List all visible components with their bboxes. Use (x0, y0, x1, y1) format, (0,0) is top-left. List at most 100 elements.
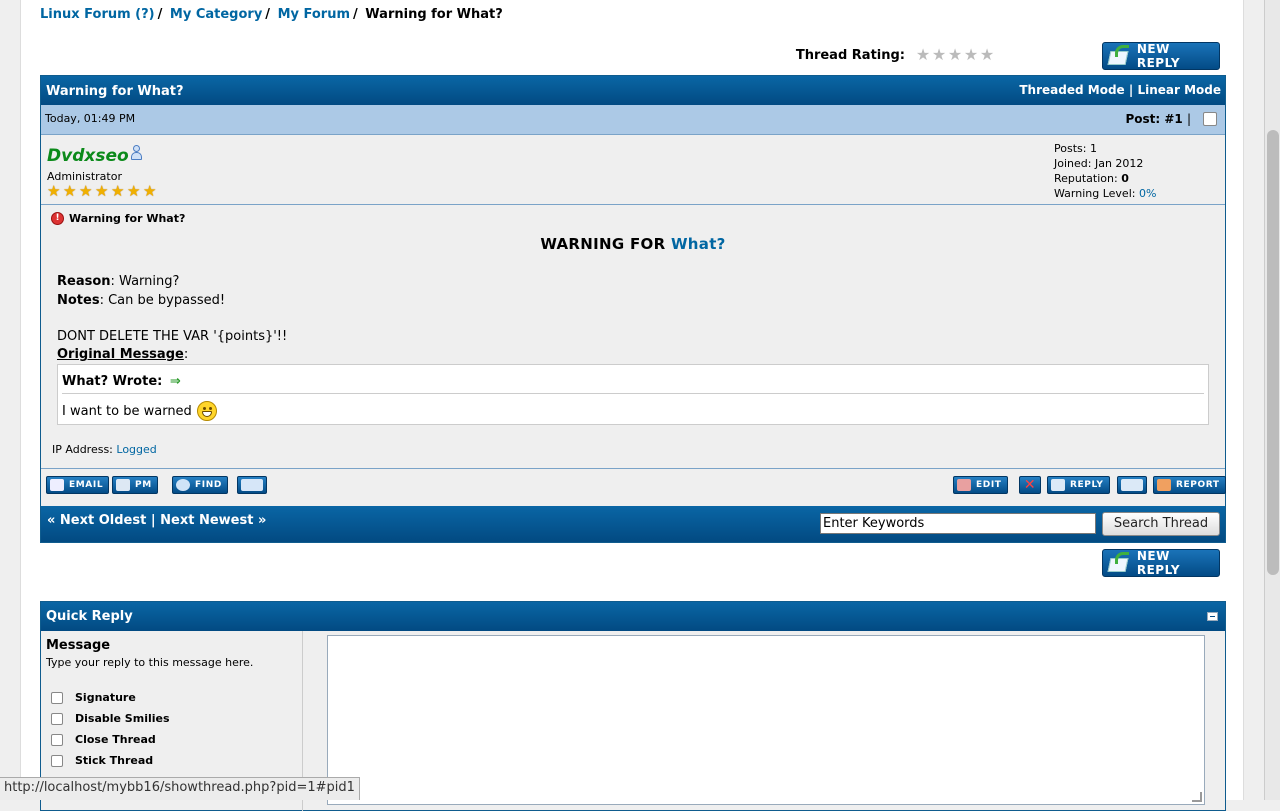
post-number-link[interactable]: #1 (1164, 112, 1182, 126)
signature-label: Signature (75, 691, 136, 704)
original-message-line: Original Message: (57, 347, 188, 362)
delete-icon: ✕ (1023, 477, 1037, 493)
pm-icon (116, 479, 130, 491)
report-label: REPORT (1176, 480, 1220, 490)
var-note: DONT DELETE THE VAR '{points}'!! (57, 329, 288, 344)
breadcrumb-my-category[interactable]: My Category (170, 7, 262, 22)
add-buddy-button[interactable] (237, 476, 267, 494)
post-headline: WARNING FOR What? (41, 235, 1225, 253)
ip-label: IP Address: (52, 443, 113, 456)
breadcrumb-separator: / (265, 7, 271, 22)
star-icon: ★ (79, 182, 93, 200)
stick-thread-label: Stick Thread (75, 754, 154, 767)
new-reply-button-top[interactable]: NEW REPLY (1102, 42, 1220, 70)
star-icon: ★ (95, 182, 109, 200)
rating-star-4[interactable]: ★ (963, 47, 979, 63)
page-container: Linux Forum (?) / My Category / My Forum / … (20, 0, 1244, 811)
posts-value: 1 (1089, 142, 1097, 155)
rating-star-2[interactable]: ★ (931, 47, 947, 63)
reply-label: REPLY (1070, 480, 1104, 490)
posts-label: Posts: (1054, 142, 1087, 155)
headline-link[interactable]: What? (671, 235, 726, 253)
reason-line: Reason: Warning? (57, 274, 179, 289)
new-reply-label: NEW REPLY (1136, 42, 1181, 70)
reason-label: Reason (57, 274, 111, 289)
author-stats: Posts: 1 Joined: Jan 2012 Reputation: 0 … (1054, 141, 1156, 201)
stick-thread-checkbox[interactable] (51, 754, 63, 767)
new-reply-button-bottom[interactable]: NEW REPLY (1102, 549, 1220, 577)
joined-value: Jan 2012 (1094, 157, 1144, 170)
thread-title: Warning for What? (46, 84, 184, 99)
rating-star-1[interactable]: ★ (915, 47, 931, 63)
new-reply-label: NEW REPLY (1136, 549, 1181, 577)
vertical-scrollbar[interactable] (1264, 0, 1280, 800)
post-number-label: Post: (1125, 112, 1161, 126)
breadcrumb-linux-forum[interactable]: Linux Forum (?) (40, 7, 155, 22)
next-newest-link[interactable]: Next Newest » (160, 513, 266, 528)
threaded-mode-link[interactable]: Threaded Mode (1019, 83, 1124, 97)
disable-smilies-checkbox[interactable] (51, 712, 63, 725)
next-oldest-link[interactable]: « Next Oldest (47, 513, 146, 528)
ip-logged-link[interactable]: Logged (116, 443, 156, 456)
post-subject-text: Warning for What? (69, 212, 186, 225)
original-message-label: Original Message (57, 347, 184, 362)
thread-modes: Threaded Mode | Linear Mode (1019, 83, 1221, 97)
linear-mode-link[interactable]: Linear Mode (1137, 83, 1221, 97)
quick-reply-header: Quick Reply (41, 602, 1225, 631)
quote-author: What? Wrote: (62, 374, 163, 389)
delete-button[interactable]: ✕ (1019, 476, 1041, 494)
email-icon (50, 479, 64, 491)
multiquote-icon (1121, 479, 1143, 491)
resize-grip-icon[interactable] (1192, 792, 1202, 802)
breadcrumb-my-forum[interactable]: My Forum (278, 7, 350, 22)
option-stick-thread: Stick Thread (51, 754, 153, 767)
thread-rating-label: Thread Rating: (795, 47, 905, 63)
thread-container: Warning for What? Threaded Mode | Linear… (40, 75, 1226, 543)
signature-checkbox[interactable] (51, 691, 63, 704)
joined-label: Joined: (1054, 157, 1092, 170)
search-keywords-input[interactable] (820, 513, 1096, 534)
reply-button[interactable]: REPLY (1047, 476, 1110, 494)
breadcrumb-separator: / (353, 7, 358, 22)
quote-link-arrow-icon[interactable]: ⇒ (170, 374, 181, 389)
pm-button[interactable]: PM (112, 476, 158, 494)
headline-prefix: WARNING FOR (540, 235, 666, 253)
edit-icon (957, 479, 971, 491)
edit-button[interactable]: EDIT (953, 476, 1008, 494)
thread-nav: « Next Oldest | Next Newest » (47, 513, 266, 528)
close-thread-checkbox[interactable] (51, 733, 63, 746)
offline-status-icon (130, 145, 142, 161)
quote-header: What? Wrote: ⇒ (62, 374, 1204, 394)
email-button[interactable]: EMAIL (46, 476, 110, 494)
warning-level-link[interactable]: 0% (1139, 187, 1156, 200)
breadcrumb-separator: / (157, 7, 163, 22)
find-button[interactable]: FIND (172, 476, 228, 494)
rating-star-3[interactable]: ★ (947, 47, 963, 63)
find-label: FIND (195, 480, 222, 490)
thread-rating: Thread Rating: ★ ★ ★ ★ ★ (796, 47, 995, 63)
thread-nav-bar: « Next Oldest | Next Newest » Search Thr… (41, 506, 1225, 542)
report-icon (1157, 479, 1171, 491)
reputation-value[interactable]: 0 (1121, 172, 1129, 185)
report-button[interactable]: REPORT (1153, 476, 1226, 494)
reason-value: : Warning? (110, 274, 180, 289)
modes-separator: | (1128, 83, 1134, 97)
scrollbar-thumb[interactable] (1267, 130, 1279, 575)
message-textarea[interactable] (327, 635, 1205, 805)
star-icon: ★ (111, 182, 125, 200)
rating-star-5[interactable]: ★ (979, 47, 995, 63)
star-icon: ★ (127, 182, 141, 200)
star-icon: ★ (143, 182, 157, 200)
reputation-label: Reputation: (1054, 172, 1118, 185)
quote-text: I want to be warned (62, 401, 217, 421)
multiquote-button[interactable] (1117, 476, 1147, 494)
author-username[interactable]: Dvdxseo (47, 146, 129, 166)
ip-address: IP Address: Logged (52, 443, 157, 456)
search-thread-button[interactable]: Search Thread (1102, 512, 1220, 536)
add-buddy-icon (241, 479, 263, 491)
post-actions: EMAIL PM FIND EDIT ✕ REPLY REPORT (41, 468, 1226, 502)
star-icon: ★ (47, 182, 61, 200)
inline-moderation-checkbox[interactable] (1203, 112, 1217, 126)
collapse-icon[interactable] (1207, 612, 1218, 621)
close-thread-label: Close Thread (75, 733, 156, 746)
